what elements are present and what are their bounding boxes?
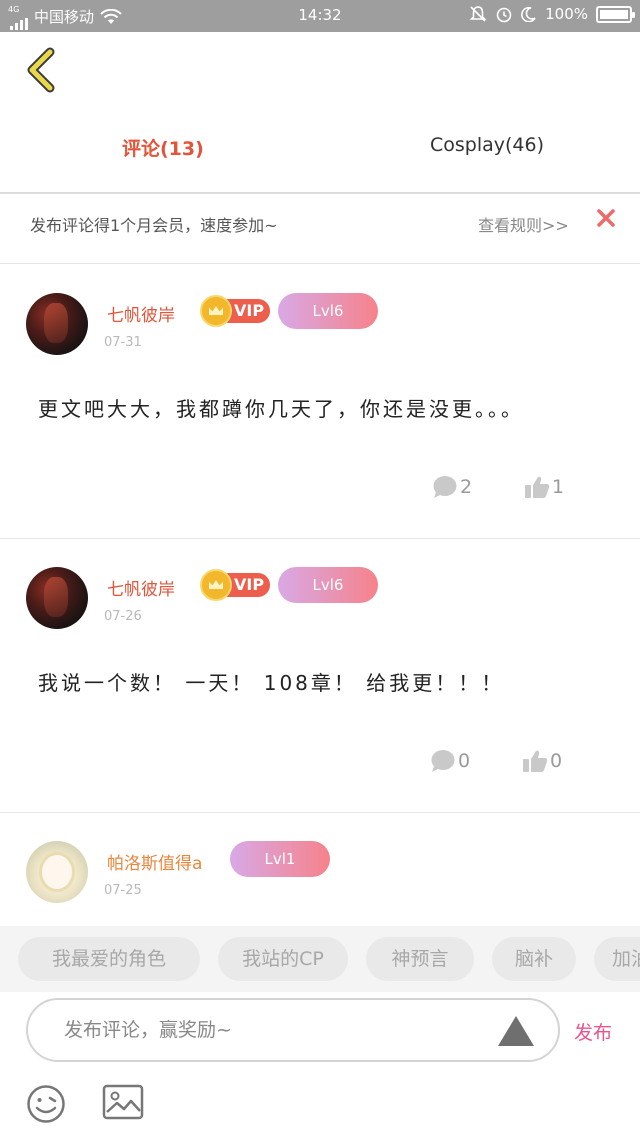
avatar[interactable] [26,841,88,903]
triangle-up-icon [498,1016,534,1046]
alarm-icon [496,7,512,23]
vip-badge: VIP [200,569,270,601]
comment-item: 七帆彼岸 VIP Lvl6 07-26 我说一个数！ 一天！ 108章！ 给我更… [0,539,640,813]
crown-icon [200,295,232,327]
chip-my-cp[interactable]: 我站的CP [218,937,348,981]
speech-bubble-icon [433,476,457,498]
notice-banner: 发布评论得1个月会员，速度参加~ 查看规则>> [0,196,640,264]
reply-count: 2 [460,476,473,498]
smiley-icon [27,1085,65,1123]
moon-icon [521,6,536,22]
level-badge: Lvl6 [278,567,378,603]
tab-comments[interactable]: 评论(13) [122,134,204,161]
like-count: 0 [550,750,563,772]
comment-input[interactable] [64,1014,464,1046]
reply-button[interactable]: 0 [430,749,470,773]
comment-text: 我说一个数！ 一天！ 108章！ 给我更！！！ [38,671,505,695]
thumbs-up-icon [523,750,548,772]
chevron-left-icon [27,47,55,93]
image-icon [102,1084,144,1120]
image-button[interactable] [102,1084,144,1120]
avatar[interactable] [26,567,88,629]
quick-topic-chips: 我最爱的角色 我站的CP 神预言 脑补 加油 [0,926,640,992]
close-icon [597,209,615,227]
notice-text: 发布评论得1个月会员，速度参加~ [30,216,278,235]
battery-icon [596,5,635,23]
level-badge: Lvl6 [278,293,378,329]
comment-input-container [26,998,560,1062]
chip-cheer[interactable]: 加油 [594,937,640,981]
reply-count: 0 [458,750,471,772]
comment-input-bar: 发布 [0,992,640,1138]
chip-prophecy[interactable]: 神预言 [366,937,474,981]
like-button[interactable]: 1 [524,475,564,499]
thumbs-up-icon [525,476,550,498]
expand-button[interactable] [496,1014,536,1048]
emoji-button[interactable] [26,1084,66,1124]
comment-item: 帕洛斯值得a Lvl1 07-25 [0,813,640,926]
like-button[interactable]: 0 [522,749,562,773]
notice-close-button[interactable] [596,208,616,228]
reply-button[interactable]: 2 [432,475,472,499]
view-rules-link[interactable]: 查看规则>> [478,212,569,236]
username[interactable]: 帕洛斯值得a [107,849,202,874]
level-badge: Lvl1 [230,841,330,877]
speech-bubble-icon [431,750,455,772]
tab-cosplay[interactable]: Cosplay(46) [430,134,544,156]
comment-item: 七帆彼岸 VIP Lvl6 07-31 更文吧大大，我都蹲你几天了，你还是没更。… [0,265,640,539]
comment-date: 07-31 [104,335,142,350]
mute-bell-icon [469,6,487,22]
username[interactable]: 七帆彼岸 [107,575,175,600]
status-bar: 4G 中国移动 14:32 100% [0,0,640,32]
comment-date: 07-25 [104,883,142,898]
tab-bar: 评论(13) Cosplay(46) [0,110,640,194]
send-button[interactable]: 发布 [574,1018,612,1045]
status-right: 100% [469,5,635,23]
battery-percent: 100% [545,5,588,23]
chip-favorite-character[interactable]: 我最爱的角色 [18,937,200,981]
crown-icon [200,569,232,601]
like-count: 1 [552,476,565,498]
comment-date: 07-26 [104,609,142,624]
avatar[interactable] [26,293,88,355]
username[interactable]: 七帆彼岸 [107,301,175,326]
vip-badge: VIP [200,295,270,327]
chip-headcanon[interactable]: 脑补 [492,937,576,981]
comment-text: 更文吧大大，我都蹲你几天了，你还是没更。。。 [38,397,524,421]
back-button[interactable] [22,46,62,94]
